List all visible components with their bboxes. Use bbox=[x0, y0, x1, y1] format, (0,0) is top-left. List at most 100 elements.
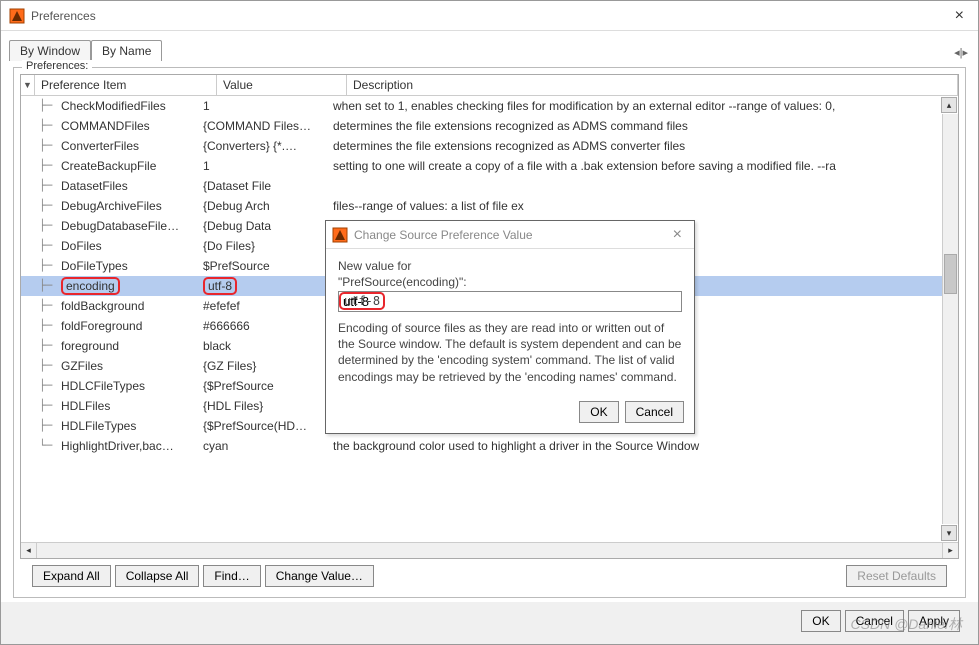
app-icon bbox=[9, 8, 25, 24]
table-row[interactable]: ├─DatasetFiles{Dataset File bbox=[21, 176, 958, 196]
pref-item-name: DoFileTypes bbox=[61, 256, 203, 276]
new-value-input[interactable] bbox=[338, 291, 682, 312]
collapse-all-button[interactable]: Collapse All bbox=[115, 565, 200, 587]
tree-branch-icon: ├─ bbox=[21, 356, 61, 376]
pref-item-name: CheckModifiedFiles bbox=[61, 96, 203, 116]
pref-item-value: #efefef bbox=[203, 296, 333, 316]
cancel-button[interactable]: Cancel bbox=[845, 610, 904, 632]
column-header-description[interactable]: Description bbox=[347, 75, 958, 95]
close-icon[interactable]: × bbox=[667, 226, 688, 244]
find-button[interactable]: Find… bbox=[203, 565, 260, 587]
pref-item-value: $PrefSource bbox=[203, 256, 333, 276]
pref-item-value: {COMMAND Files… bbox=[203, 116, 333, 136]
table-row[interactable]: ├─DebugArchiveFiles{Debug Arch files--ra… bbox=[21, 196, 958, 216]
tree-branch-icon: └─ bbox=[21, 436, 61, 456]
horizontal-scrollbar[interactable]: ◂ ▸ bbox=[21, 542, 958, 558]
tree-branch-icon: ├─ bbox=[21, 256, 61, 276]
dialog-label-line1: New value for bbox=[338, 259, 682, 273]
pref-item-name: HDLFileTypes bbox=[61, 416, 203, 436]
pref-item-name: GZFiles bbox=[61, 356, 203, 376]
tree-branch-icon: ├─ bbox=[21, 136, 61, 156]
tree-branch-icon: ├─ bbox=[21, 196, 61, 216]
pref-item-value: utf-8 bbox=[203, 276, 333, 296]
pref-item-description: when set to 1, enables checking files fo… bbox=[333, 96, 958, 116]
pref-item-name: DatasetFiles bbox=[61, 176, 203, 196]
pref-item-name: COMMANDFiles bbox=[61, 116, 203, 136]
fieldset-label: Preferences: bbox=[22, 60, 92, 72]
tree-branch-icon: ├─ bbox=[21, 396, 61, 416]
tree-branch-icon: ├─ bbox=[21, 316, 61, 336]
pref-item-value: 1 bbox=[203, 156, 333, 176]
bottom-button-bar: OK Cancel Apply CSDN @Daniel林 bbox=[1, 602, 978, 644]
pref-item-value: {Do Files} bbox=[203, 236, 333, 256]
pref-item-name: ConverterFiles bbox=[61, 136, 203, 156]
tree-branch-icon: ├─ bbox=[21, 336, 61, 356]
pref-item-value: 1 bbox=[203, 96, 333, 116]
dialog-cancel-button[interactable]: Cancel bbox=[625, 401, 684, 423]
change-value-button[interactable]: Change Value… bbox=[265, 565, 374, 587]
tree-branch-icon: ├─ bbox=[21, 156, 61, 176]
pref-item-value: {Debug Arch bbox=[203, 196, 333, 216]
table-row[interactable]: ├─COMMANDFiles{COMMAND Files…determines … bbox=[21, 116, 958, 136]
pref-item-description: determines the file extensions recognize… bbox=[333, 136, 958, 156]
tree-branch-icon: ├─ bbox=[21, 296, 61, 316]
titlebar: Preferences × bbox=[1, 1, 978, 31]
vertical-scrollbar[interactable] bbox=[942, 114, 958, 524]
ok-button[interactable]: OK bbox=[801, 610, 840, 632]
dialog-title: Change Source Preference Value bbox=[354, 228, 667, 242]
table-row[interactable]: ├─CreateBackupFile1setting to one will c… bbox=[21, 156, 958, 176]
column-header-value[interactable]: Value bbox=[217, 75, 347, 95]
pref-item-value: {Converters} {*.… bbox=[203, 136, 333, 156]
scrollbar-thumb[interactable] bbox=[944, 254, 957, 294]
tabbar: By Window By Name ◂|▸ bbox=[1, 31, 978, 61]
pref-item-description: the background color used to highlight a… bbox=[333, 436, 958, 456]
pref-item-value: {Dataset File bbox=[203, 176, 333, 196]
expand-all-button[interactable]: Expand All bbox=[32, 565, 111, 587]
pref-item-value: black bbox=[203, 336, 333, 356]
pref-item-name: encoding bbox=[61, 276, 203, 296]
tree-branch-icon: ├─ bbox=[21, 116, 61, 136]
tab-nav-arrows[interactable]: ◂|▸ bbox=[954, 46, 968, 59]
pref-item-value: {$PrefSource bbox=[203, 376, 333, 396]
scroll-up-icon[interactable]: ▴ bbox=[941, 97, 957, 113]
close-icon[interactable]: × bbox=[949, 7, 970, 25]
apply-button[interactable]: Apply bbox=[908, 610, 960, 632]
tab-by-window[interactable]: By Window bbox=[9, 40, 91, 61]
tree-branch-icon: ├─ bbox=[21, 96, 61, 116]
tree-branch-icon: ├─ bbox=[21, 416, 61, 436]
column-header-item[interactable]: Preference Item bbox=[35, 75, 217, 95]
pref-item-description: files--range of values: a list of file e… bbox=[333, 196, 958, 216]
pref-item-description bbox=[333, 176, 958, 196]
change-value-dialog: Change Source Preference Value × New val… bbox=[325, 220, 695, 434]
window-title: Preferences bbox=[31, 9, 949, 23]
table-row[interactable]: └─HighlightDriver,bac…cyanthe background… bbox=[21, 436, 958, 456]
pref-item-value: {GZ Files} bbox=[203, 356, 333, 376]
pref-item-value: cyan bbox=[203, 436, 333, 456]
dialog-label-line2: "PrefSource(encoding)": bbox=[338, 275, 682, 289]
pref-item-name: HDLCFileTypes bbox=[61, 376, 203, 396]
table-row[interactable]: ├─CheckModifiedFiles1when set to 1, enab… bbox=[21, 96, 958, 116]
tree-branch-icon: ├─ bbox=[21, 216, 61, 236]
tree-branch-icon: ├─ bbox=[21, 376, 61, 396]
pref-item-description: determines the file extensions recognize… bbox=[333, 116, 958, 136]
app-icon bbox=[332, 227, 348, 243]
pref-item-value: {HDL Files} bbox=[203, 396, 333, 416]
pref-item-description: setting to one will create a copy of a f… bbox=[333, 156, 958, 176]
tree-expand-toggle[interactable]: ▼ bbox=[21, 75, 35, 95]
tree-branch-icon: ├─ bbox=[21, 236, 61, 256]
table-row[interactable]: ├─ConverterFiles{Converters} {*.…determi… bbox=[21, 136, 958, 156]
pref-item-value: {$PrefSource(HD… bbox=[203, 416, 333, 436]
hscroll-right-icon[interactable]: ▸ bbox=[942, 543, 958, 558]
tab-by-name[interactable]: By Name bbox=[91, 40, 162, 61]
tree-header: ▼ Preference Item Value Description bbox=[21, 75, 958, 96]
action-button-row: Expand All Collapse All Find… Change Val… bbox=[20, 559, 959, 591]
reset-defaults-button[interactable]: Reset Defaults bbox=[846, 565, 947, 587]
pref-item-name: foldBackground bbox=[61, 296, 203, 316]
pref-item-value: {Debug Data bbox=[203, 216, 333, 236]
tree-branch-icon: ├─ bbox=[21, 176, 61, 196]
pref-item-name: DoFiles bbox=[61, 236, 203, 256]
tree-branch-icon: ├─ bbox=[21, 276, 61, 296]
scroll-down-icon[interactable]: ▾ bbox=[941, 525, 957, 541]
hscroll-left-icon[interactable]: ◂ bbox=[21, 543, 37, 558]
dialog-ok-button[interactable]: OK bbox=[579, 401, 618, 423]
